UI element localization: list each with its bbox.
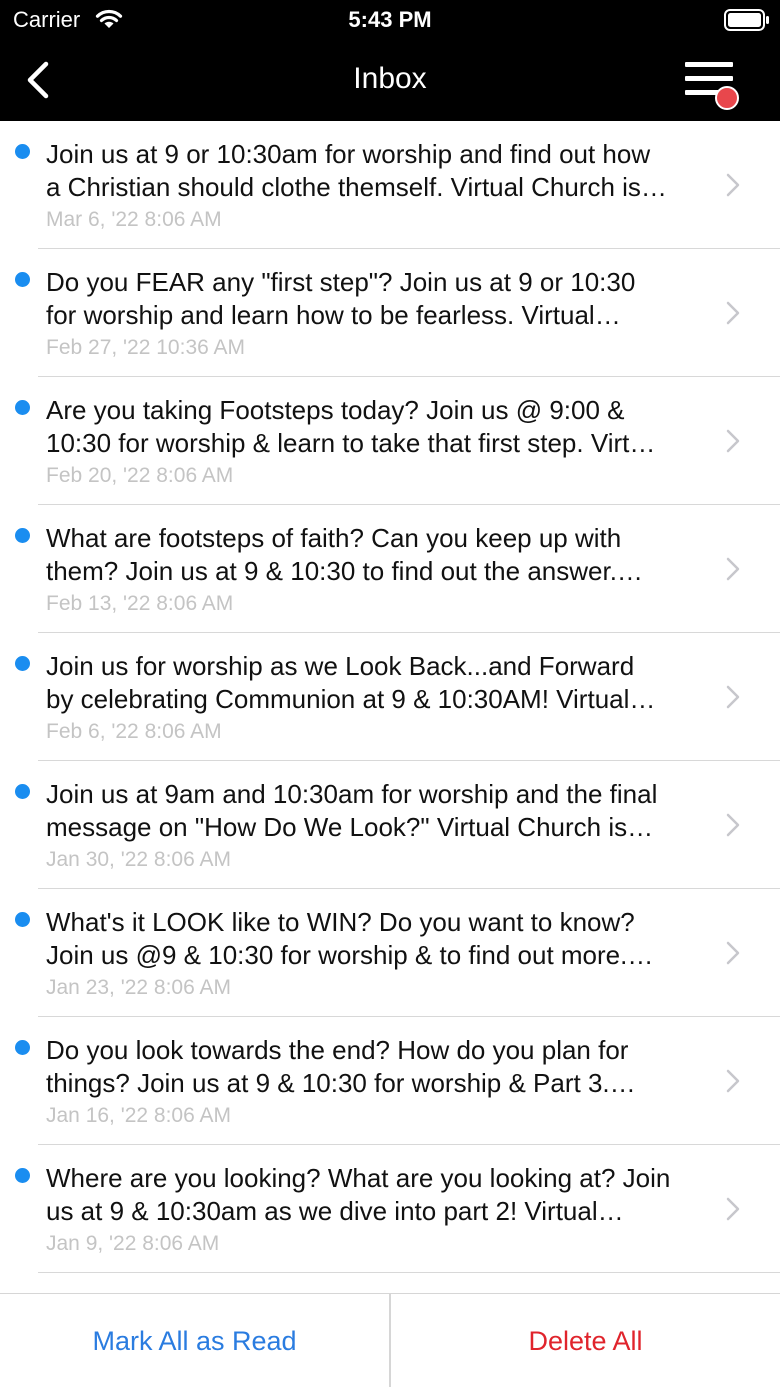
message-row[interactable]: Join us at 9 or 10:30am for worship and …: [0, 121, 780, 249]
message-row[interactable]: What are footsteps of faith? Can you kee…: [0, 505, 780, 633]
unread-dot: [15, 784, 30, 799]
unread-dot: [15, 1040, 30, 1055]
unread-dot: [15, 400, 30, 415]
menu-button[interactable]: [680, 58, 744, 112]
chevron-right-icon: [726, 301, 740, 325]
message-row[interactable]: What's it LOOK like to WIN? Do you want …: [0, 889, 780, 1017]
message-preview: Where are you looking? What are you look…: [46, 1163, 671, 1226]
chevron-right-icon: [726, 1197, 740, 1221]
battery-icon: [724, 9, 770, 36]
hamburger-menu-icon: [685, 62, 733, 67]
message-row[interactable]: Join us for worship as we Look Back...an…: [0, 633, 780, 761]
message-preview: What are footsteps of faith? Can you kee…: [46, 523, 643, 586]
bottom-action-bar: Mark All as Read Delete All: [0, 1293, 780, 1387]
unread-dot: [15, 144, 30, 159]
status-bar: Carrier 5:43 PM: [0, 0, 780, 40]
message-row[interactable]: Join us at 9am and 10:30am for worship a…: [0, 761, 780, 889]
navigation-bar: Inbox: [0, 40, 780, 121]
mark-all-read-button[interactable]: Mark All as Read: [0, 1294, 389, 1387]
message-preview: What's it LOOK like to WIN? Do you want …: [46, 907, 654, 970]
status-time: 5:43 PM: [348, 7, 432, 32]
message-row[interactable]: Do you FEAR any "first step"? Join us at…: [0, 249, 780, 377]
message-date: Feb 13, '22 8:06 AM: [46, 592, 234, 615]
chevron-right-icon: [726, 1069, 740, 1093]
row-divider: [38, 1272, 780, 1273]
delete-all-button[interactable]: Delete All: [391, 1294, 780, 1387]
chevron-right-icon: [726, 557, 740, 581]
unread-dot: [15, 528, 30, 543]
chevron-right-icon: [726, 173, 740, 197]
message-preview: Join us at 9 or 10:30am for worship and …: [46, 139, 667, 202]
chevron-right-icon: [726, 429, 740, 453]
chevron-right-icon: [726, 941, 740, 965]
message-preview: Do you FEAR any "first step"? Join us at…: [46, 267, 636, 330]
message-date: Jan 16, '22 8:06 AM: [46, 1104, 231, 1127]
notification-badge: [715, 86, 739, 110]
message-preview: Are you taking Footsteps today? Join us …: [46, 395, 656, 458]
unread-dot: [15, 1168, 30, 1183]
message-list: Join us at 9 or 10:30am for worship and …: [0, 121, 780, 1293]
message-date: Feb 6, '22 8:06 AM: [46, 720, 222, 743]
chevron-right-icon: [726, 813, 740, 837]
message-preview: Join us at 9am and 10:30am for worship a…: [46, 779, 658, 842]
page-title: Inbox: [353, 62, 427, 95]
unread-dot: [15, 656, 30, 671]
unread-dot: [15, 912, 30, 927]
message-date: Jan 23, '22 8:06 AM: [46, 976, 231, 999]
message-date: Feb 27, '22 10:36 AM: [46, 336, 245, 359]
message-row[interactable]: Are you taking Footsteps today? Join us …: [0, 377, 780, 505]
chevron-right-icon: [726, 685, 740, 709]
message-preview: Join us for worship as we Look Back...an…: [46, 651, 656, 714]
message-row[interactable]: Do you look towards the end? How do you …: [0, 1017, 780, 1145]
message-preview: Do you look towards the end? How do you …: [46, 1035, 636, 1098]
message-date: Feb 20, '22 8:06 AM: [46, 464, 234, 487]
message-date: Jan 9, '22 8:06 AM: [46, 1232, 220, 1255]
message-row[interactable]: Where are you looking? What are you look…: [0, 1145, 780, 1273]
unread-dot: [15, 272, 30, 287]
message-date: Jan 30, '22 8:06 AM: [46, 848, 231, 871]
message-date: Mar 6, '22 8:06 AM: [46, 208, 222, 231]
